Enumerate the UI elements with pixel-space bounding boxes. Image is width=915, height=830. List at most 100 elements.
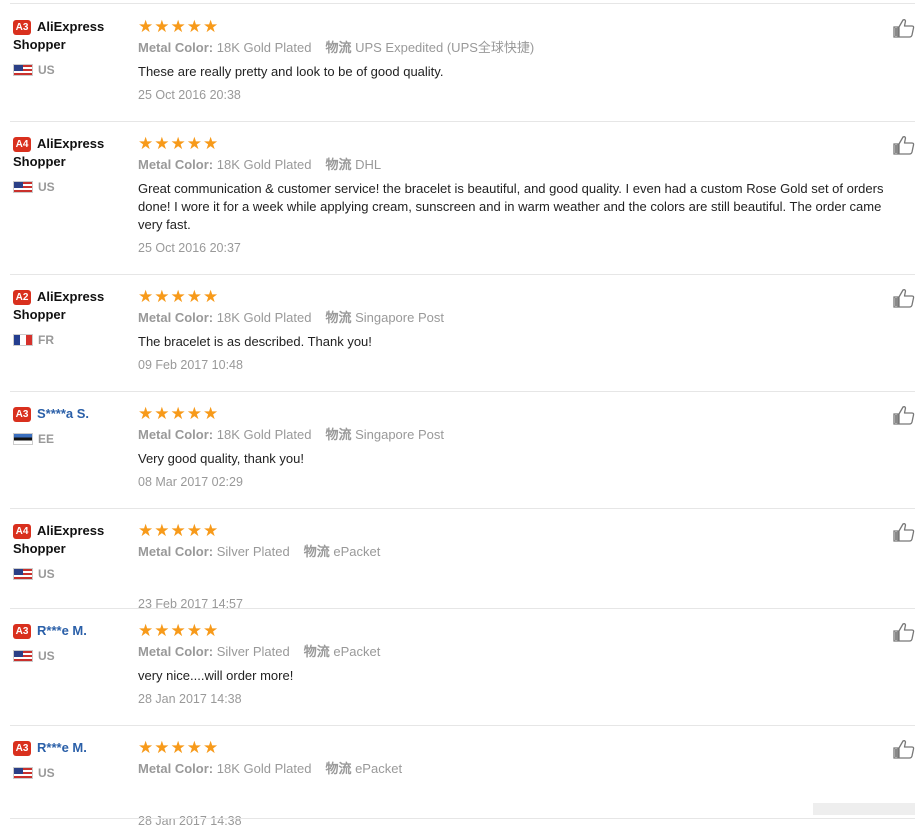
reviewer-country: FR xyxy=(13,332,128,348)
thumbs-up-icon[interactable] xyxy=(893,622,915,642)
star-icon: ★ xyxy=(186,287,203,306)
flag-fr-icon xyxy=(13,334,33,346)
star-rating: ★★★★★ xyxy=(138,405,915,423)
star-icon: ★ xyxy=(154,134,171,153)
reviewer-name: AliExpress xyxy=(37,136,105,151)
reviewer-info: A4 AliExpress Shopper US xyxy=(13,522,128,582)
star-icon: ★ xyxy=(138,404,155,423)
thumbs-up-icon[interactable] xyxy=(893,288,915,308)
review-item: A3 S****a S. EE ★★★★★ Metal Color: 18K Gold … xyxy=(10,405,915,509)
review-date: 08 Mar 2017 02:29 xyxy=(138,475,243,489)
review-item: A3 R***e M. US ★★★★★ Metal Color: 18K Gold P… xyxy=(10,739,915,828)
reviewer-country: EE xyxy=(13,431,128,447)
star-icon: ★ xyxy=(138,521,155,540)
metal-color-value: Silver Plated xyxy=(216,644,290,659)
reviewer-name: AliExpress xyxy=(37,289,105,304)
order-info: Metal Color: Silver Plated 物流 ePacket xyxy=(138,543,915,561)
metal-color-value: 18K Gold Plated xyxy=(216,427,312,442)
reviewer-info: A2 AliExpress Shopper FR xyxy=(13,288,128,348)
flag-us-icon xyxy=(13,767,33,779)
reviewer-name-line2: Shopper xyxy=(13,541,66,556)
reviewer-name[interactable]: R***e M. xyxy=(37,740,87,755)
metal-color-label: Metal Color: xyxy=(138,761,214,776)
shipping-method: ePacket xyxy=(333,544,381,559)
review-text: The bracelet is as described. Thank you! xyxy=(138,333,915,351)
order-info: Metal Color: 18K Gold Plated 物流 UPS Exped… xyxy=(138,39,915,57)
shipping-label: 物流 xyxy=(325,40,352,55)
star-icon: ★ xyxy=(186,134,203,153)
reviewer-country: US xyxy=(13,566,128,582)
review-text: Great communication & customer service! … xyxy=(138,180,915,234)
star-rating: ★★★★★ xyxy=(138,18,915,36)
star-icon: ★ xyxy=(138,738,155,757)
buyer-level-badge: A3 xyxy=(13,740,31,756)
shipping-label: 物流 xyxy=(303,644,330,659)
shipping-label: 物流 xyxy=(325,427,352,442)
thumbs-up-icon[interactable] xyxy=(893,739,915,759)
thumbs-up-icon[interactable] xyxy=(893,522,915,542)
review-content: ★★★★★ Metal Color: 18K Gold Plated 物流 DHL G… xyxy=(138,135,915,257)
order-info: Metal Color: 18K Gold Plated 物流 Singapore… xyxy=(138,426,915,444)
review-date: 09 Feb 2017 10:48 xyxy=(138,358,243,372)
metal-color-value: 18K Gold Plated xyxy=(216,40,312,55)
review-content: ★★★★★ Metal Color: 18K Gold Plated 物流 Sing… xyxy=(138,405,915,491)
review-text-line: Great communication & customer service! … xyxy=(138,181,884,196)
reviewer-name-line: A4 AliExpress xyxy=(13,135,128,153)
shipping-label: 物流 xyxy=(303,544,330,559)
reviewer-name-line2: Shopper xyxy=(13,154,66,169)
reviewer-country: US xyxy=(13,179,128,195)
flag-us-icon xyxy=(13,650,33,662)
review-date: 25 Oct 2016 20:37 xyxy=(138,241,241,255)
buyer-level-badge: A2 xyxy=(13,289,31,305)
review-divider xyxy=(10,391,915,392)
reviewer-info: A3 R***e M. US xyxy=(13,739,128,781)
reviewer-name[interactable]: R***e M. xyxy=(37,623,87,638)
review-item: A4 AliExpress Shopper US ★★★★★ Metal Color: S… xyxy=(10,522,915,611)
metal-color-value: 18K Gold Plated xyxy=(216,761,312,776)
country-code: FR xyxy=(38,333,54,347)
review-text-line: These are really pretty and look to be o… xyxy=(138,64,444,79)
metal-color-value: 18K Gold Plated xyxy=(216,157,312,172)
star-icon: ★ xyxy=(186,404,203,423)
thumbs-up-icon[interactable] xyxy=(893,405,915,425)
review-date: 23 Feb 2017 14:57 xyxy=(138,597,243,611)
country-code: US xyxy=(38,63,55,77)
country-code: EE xyxy=(38,432,55,446)
star-icon: ★ xyxy=(203,134,220,153)
reviewer-info: A3 AliExpress Shopper US xyxy=(13,18,128,78)
star-rating: ★★★★★ xyxy=(138,522,915,540)
reviewer-name-line: A3 S****a S. xyxy=(13,405,128,423)
shipping-label: 物流 xyxy=(325,310,352,325)
review-text: These are really pretty and look to be o… xyxy=(138,63,915,81)
review-item: A4 AliExpress Shopper US ★★★★★ Metal Color: 1… xyxy=(10,135,915,275)
order-info: Metal Color: 18K Gold Plated 物流 ePacket xyxy=(138,760,915,778)
buyer-level-badge: A3 xyxy=(13,19,31,35)
shipping-label: 物流 xyxy=(325,157,352,172)
star-icon: ★ xyxy=(186,17,203,36)
reviewer-name-line: A4 AliExpress xyxy=(13,522,128,540)
metal-color-label: Metal Color: xyxy=(138,157,214,172)
buyer-level-badge: A4 xyxy=(13,136,31,152)
thumbs-up-icon[interactable] xyxy=(893,135,915,155)
review-divider xyxy=(10,508,915,509)
metal-color-label: Metal Color: xyxy=(138,544,214,559)
buyer-level-badge: A3 xyxy=(13,406,31,422)
star-icon: ★ xyxy=(170,621,187,640)
star-icon: ★ xyxy=(203,621,220,640)
reviewer-name-line: A3 AliExpress xyxy=(13,18,128,36)
shipping-method: ePacket xyxy=(355,761,403,776)
reviewer-name[interactable]: S****a S. xyxy=(37,406,89,421)
flag-us-icon xyxy=(13,568,33,580)
review-divider xyxy=(10,274,915,275)
star-icon: ★ xyxy=(154,521,171,540)
review-content: ★★★★★ Metal Color: 18K Gold Plated 物流 ePac… xyxy=(138,739,915,830)
star-icon: ★ xyxy=(170,17,187,36)
star-icon: ★ xyxy=(170,404,187,423)
star-icon: ★ xyxy=(186,738,203,757)
order-info: Metal Color: 18K Gold Plated 物流 Singapore… xyxy=(138,309,915,327)
order-info: Metal Color: 18K Gold Plated 物流 DHL xyxy=(138,156,915,174)
star-rating: ★★★★★ xyxy=(138,135,915,153)
thumbs-up-icon[interactable] xyxy=(893,18,915,38)
shipping-method: Singapore Post xyxy=(355,427,444,442)
review-date: 28 Jan 2017 14:38 xyxy=(138,692,242,706)
